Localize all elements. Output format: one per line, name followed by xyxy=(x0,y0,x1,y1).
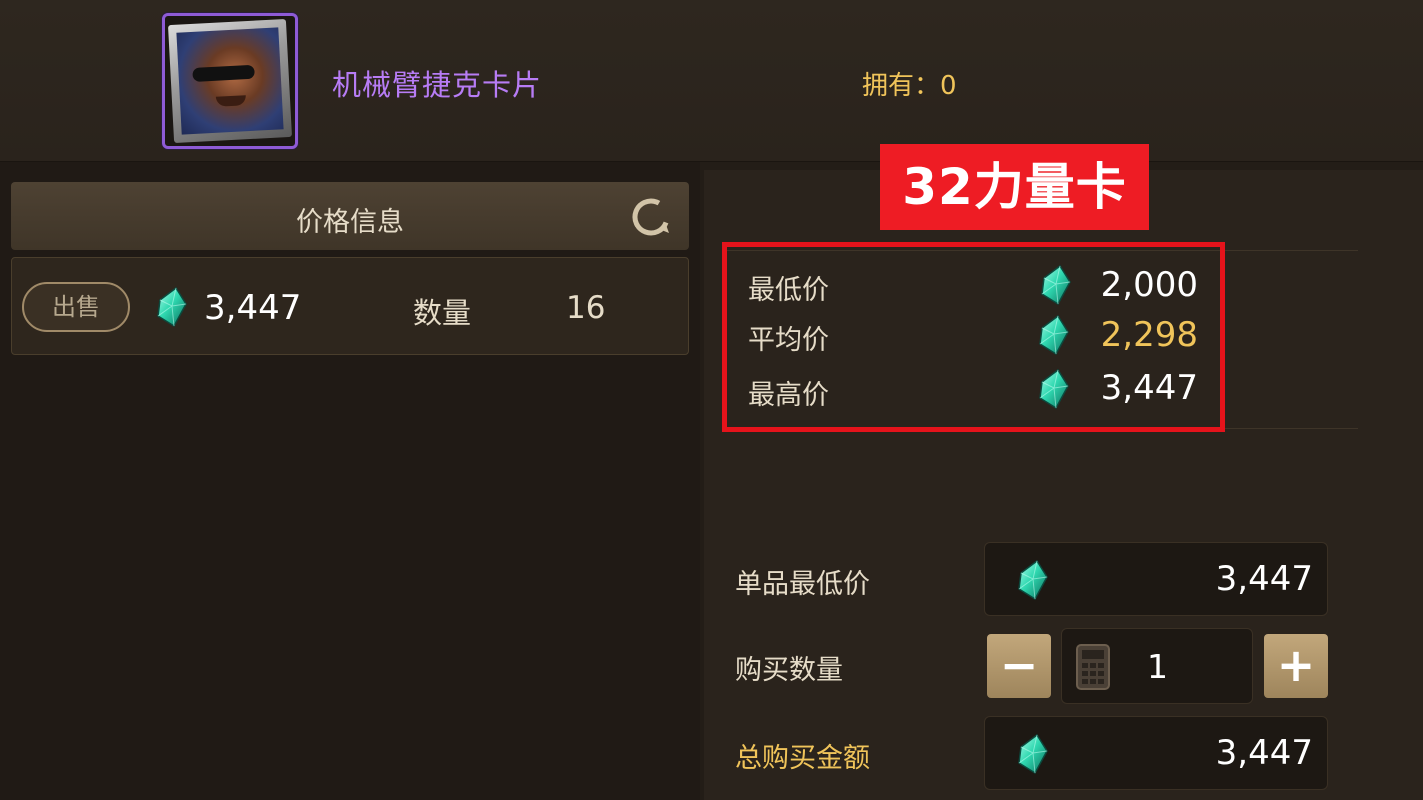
decrease-qty-button[interactable]: − xyxy=(987,634,1051,698)
listing-price: 3,447 xyxy=(204,288,302,328)
unit-min-price-value: 3,447 xyxy=(1215,559,1313,599)
card-portrait xyxy=(176,27,284,135)
stat-avg-label: 平均价 xyxy=(748,325,829,356)
stat-avg-value: 2,298 xyxy=(1100,315,1198,355)
item-header: 机械臂捷克卡片 拥有：0 xyxy=(0,0,1423,162)
total-price-field: 3,447 xyxy=(984,716,1328,790)
minus-icon: − xyxy=(999,638,1039,692)
unit-min-price-field: 3,447 xyxy=(984,542,1328,616)
sell-badge: 出售 xyxy=(22,282,130,332)
price-info-header: 价格信息 xyxy=(11,182,689,250)
refresh-icon[interactable] xyxy=(629,195,673,239)
gem-icon xyxy=(1038,264,1072,306)
purchase-qty-value: 1 xyxy=(1147,647,1168,686)
gem-icon xyxy=(1036,314,1070,356)
portrait-mouth xyxy=(215,95,247,107)
market-window: 机械臂捷克卡片 拥有：0 价格信息 出售 3,447 数量 16 最低价 2,0… xyxy=(0,0,1423,800)
owned-count: 拥有：0 xyxy=(862,71,957,101)
calculator-icon[interactable] xyxy=(1076,644,1110,690)
gem-icon xyxy=(154,286,188,328)
total-price-label: 总购买金额 xyxy=(735,743,870,774)
increase-qty-button[interactable]: + xyxy=(1264,634,1328,698)
unit-min-price-label: 单品最低价 xyxy=(735,569,870,600)
stat-max-value: 3,447 xyxy=(1100,368,1198,408)
plus-icon: + xyxy=(1276,638,1316,692)
purchase-qty-label: 购买数量 xyxy=(735,655,843,686)
stat-min-label: 最低价 xyxy=(748,275,829,306)
price-info-title: 价格信息 xyxy=(296,207,404,238)
listing-qty-value: 16 xyxy=(566,290,606,326)
gem-icon xyxy=(1015,733,1049,775)
purchase-qty-input[interactable]: 1 xyxy=(1061,628,1253,704)
faded-background-shape xyxy=(72,430,192,470)
gem-icon xyxy=(1036,368,1070,410)
gem-icon xyxy=(1015,559,1049,601)
portrait-glasses xyxy=(192,64,255,82)
item-name: 机械臂捷克卡片 xyxy=(332,68,543,102)
listing-qty-label: 数量 xyxy=(413,296,472,330)
stat-min-value: 2,000 xyxy=(1100,265,1198,305)
overlay-banner: 32力量卡 xyxy=(880,144,1149,230)
stat-max-label: 最高价 xyxy=(748,380,829,411)
item-thumbnail[interactable] xyxy=(162,13,298,149)
card-art xyxy=(167,18,293,144)
total-price-value: 3,447 xyxy=(1215,733,1313,773)
